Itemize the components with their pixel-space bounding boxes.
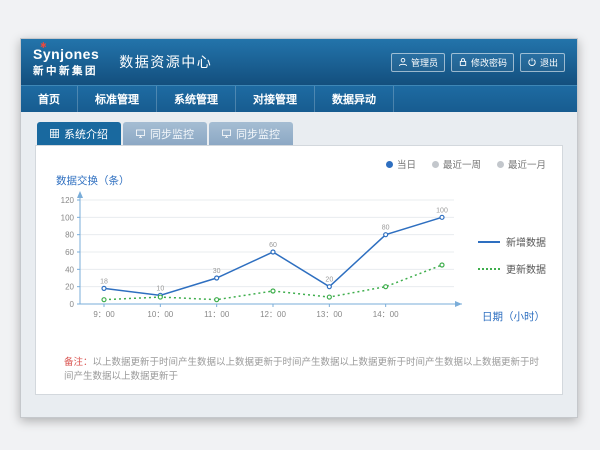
footnote-prefix: 备注： [64, 357, 93, 368]
content-area: 系统介绍 同步监控 同步监控 当日 [21, 112, 577, 419]
y-axis-title: 数据交换（条） [56, 173, 130, 188]
filter-last-week[interactable]: 最近一周 [432, 157, 481, 171]
svg-text:0: 0 [70, 300, 75, 309]
nav-item-data-change[interactable]: 数据异动 [315, 86, 394, 112]
brand-subtitle: 新中新集团 [33, 66, 99, 78]
nav-item-standard-mgmt[interactable]: 标准管理 [78, 86, 157, 112]
admin-user-label: 管理员 [411, 56, 438, 69]
monitor-icon [136, 129, 145, 138]
filter-label: 最近一月 [508, 157, 546, 171]
filter-last-month[interactable]: 最近一月 [497, 157, 546, 171]
x-axis-title: 日期（小时） [482, 309, 545, 324]
filter-label: 最近一周 [443, 157, 481, 171]
app-window: Synjones ✱ 新中新集团 数据资源中心 管理员 修改密码 [20, 38, 578, 418]
legend-label: 新增数据 [506, 234, 546, 249]
tab-bar: 系统介绍 同步监控 同步监控 [37, 122, 563, 145]
legend-series-updated-data[interactable]: 更新数据 [478, 261, 546, 276]
lock-icon [458, 57, 468, 67]
line-chart: 0 20 40 60 80 100 120 9：00 10：00 11：00 12：00 13：00 1… [48, 190, 478, 330]
power-icon [527, 57, 537, 67]
svg-text:13：00: 13：00 [316, 310, 342, 319]
app-header: Synjones ✱ 新中新集团 数据资源中心 管理员 修改密码 [21, 39, 577, 85]
svg-text:9：00: 9：00 [93, 310, 115, 319]
legend-dot-icon [432, 161, 439, 168]
series-legend: 新增数据 更新数据 [478, 234, 546, 288]
svg-text:20: 20 [65, 283, 74, 292]
chart-range-filters: 当日 最近一周 最近一月 [386, 157, 546, 171]
svg-text:11：00: 11：00 [204, 310, 230, 319]
nav-item-home[interactable]: 首页 [21, 86, 78, 112]
header-actions: 管理员 修改密码 退出 [385, 53, 565, 72]
svg-text:60: 60 [269, 242, 277, 249]
svg-text:18: 18 [100, 278, 108, 285]
admin-user-button[interactable]: 管理员 [391, 53, 445, 72]
grid-icon [50, 129, 59, 138]
page-title: 数据资源中心 [119, 52, 212, 72]
svg-text:14：00: 14：00 [373, 310, 399, 319]
footnote: 备注：以上数据更新于时间产生数据以上数据更新于时间产生数据以上数据更新于时间产生… [64, 354, 542, 382]
tab-label: 系统介绍 [64, 126, 108, 142]
svg-text:20: 20 [325, 277, 333, 284]
tab-sync-monitor-2[interactable]: 同步监控 [209, 122, 293, 145]
svg-text:60: 60 [65, 248, 74, 257]
svg-text:10：00: 10：00 [147, 310, 173, 319]
monitor-icon [222, 129, 231, 138]
tab-label: 同步监控 [150, 126, 194, 142]
legend-dot-icon [386, 161, 393, 168]
tab-system-intro[interactable]: 系统介绍 [37, 122, 121, 145]
logout-button[interactable]: 退出 [520, 53, 565, 72]
svg-text:10: 10 [156, 285, 164, 292]
legend-series-new-data[interactable]: 新增数据 [478, 234, 546, 249]
svg-text:120: 120 [61, 196, 75, 205]
svg-text:40: 40 [65, 265, 74, 274]
filter-label: 当日 [397, 157, 416, 171]
desktop-background: { "header": { "brand": "Synjones", "bran… [0, 0, 600, 450]
logout-label: 退出 [540, 56, 558, 69]
change-password-button[interactable]: 修改密码 [451, 53, 514, 72]
logo: Synjones ✱ 新中新集团 [33, 46, 99, 77]
filter-today[interactable]: 当日 [386, 157, 416, 171]
tab-sync-monitor-1[interactable]: 同步监控 [123, 122, 207, 145]
svg-text:80: 80 [382, 225, 390, 232]
change-password-label: 修改密码 [471, 56, 507, 69]
svg-text:100: 100 [436, 207, 448, 214]
footnote-text: 以上数据更新于时间产生数据以上数据更新于时间产生数据以上数据更新于时间产生数据以… [64, 357, 539, 382]
svg-text:12：00: 12：00 [260, 310, 286, 319]
brand-star-icon: ✱ [40, 42, 47, 51]
svg-text:100: 100 [61, 213, 75, 222]
legend-label: 更新数据 [506, 261, 546, 276]
user-icon [398, 57, 408, 67]
line-sample-icon [478, 241, 500, 243]
tab-label: 同步监控 [236, 126, 280, 142]
nav-item-interface-mgmt[interactable]: 对接管理 [236, 86, 315, 112]
nav-item-system-mgmt[interactable]: 系统管理 [157, 86, 236, 112]
svg-text:80: 80 [65, 231, 74, 240]
chart-panel: 当日 最近一周 最近一月 数据交换（条） 0 20 40 60 80 100 120 9：00… [35, 145, 563, 395]
brand-name: Synjones ✱ [33, 47, 99, 62]
legend-dot-icon [497, 161, 504, 168]
svg-text:30: 30 [213, 268, 221, 275]
dotted-line-sample-icon [478, 268, 500, 270]
main-nav: 首页 标准管理 系统管理 对接管理 数据异动 [21, 85, 577, 112]
